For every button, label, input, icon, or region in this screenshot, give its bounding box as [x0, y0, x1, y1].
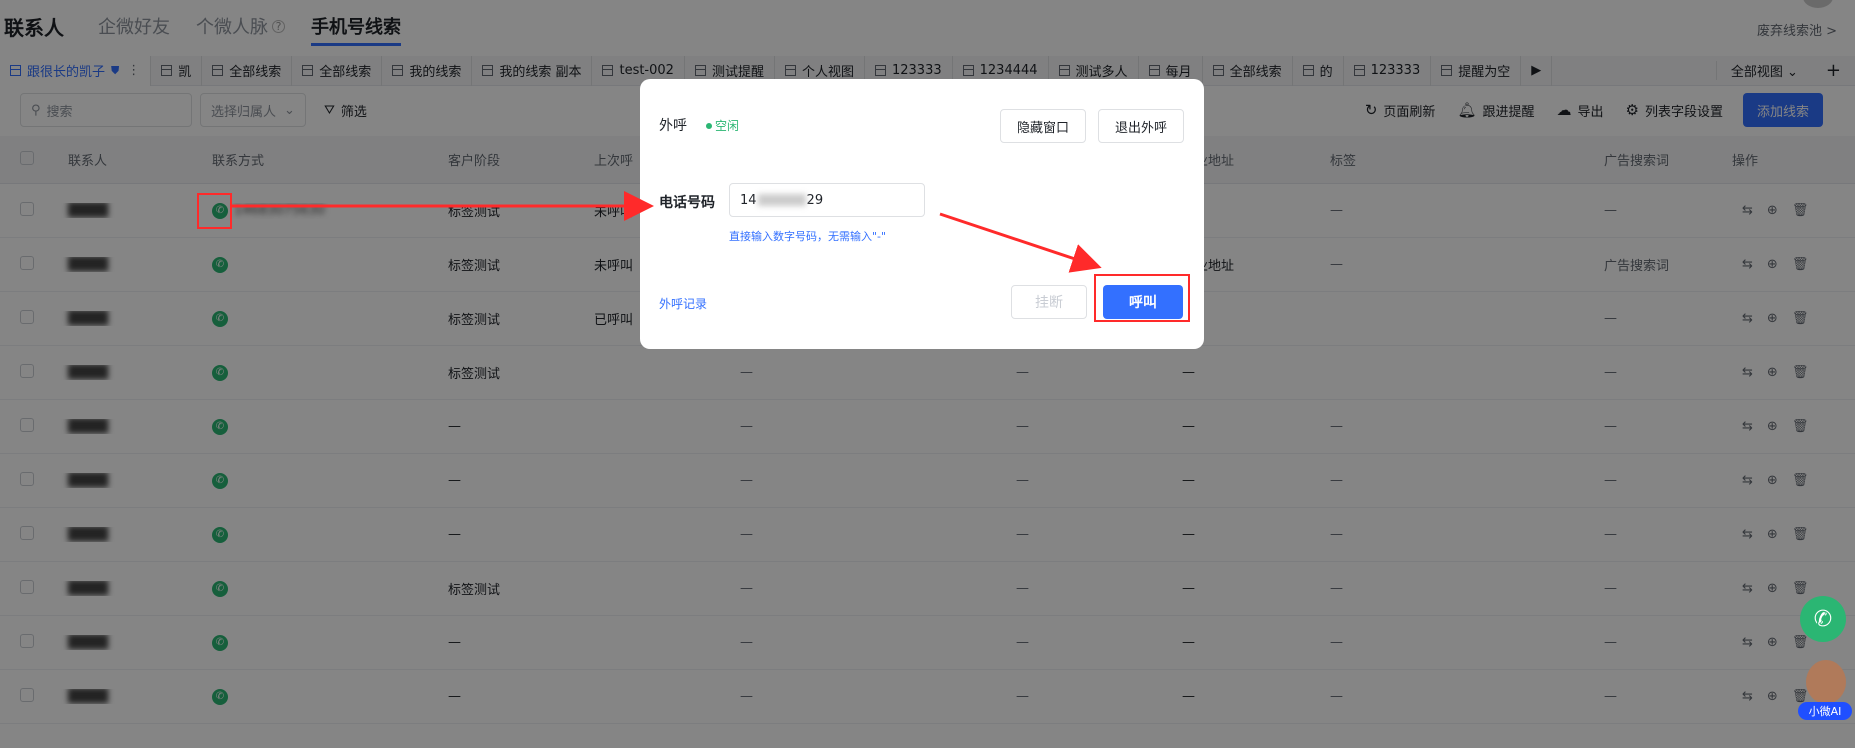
floating-phone-button[interactable]: ✆	[1800, 596, 1846, 642]
ai-avatar	[1806, 660, 1846, 704]
status-dot-icon	[706, 122, 712, 129]
input-hint: 直接输入数字号码，无需输入"-"	[729, 230, 887, 243]
hangup-button[interactable]: 挂断	[1011, 285, 1087, 319]
highlight-box	[197, 193, 232, 229]
ai-assistant-label: 小微AI	[1798, 702, 1852, 720]
phone-number-label: 电话号码	[659, 195, 715, 211]
exit-call-button[interactable]: 退出外呼	[1098, 109, 1184, 143]
highlight-box	[1094, 274, 1190, 322]
phone-icon: ✆	[1813, 606, 1833, 632]
call-records-link[interactable]: 外呼记录	[659, 295, 707, 312]
status-badge: 空闲	[706, 117, 739, 134]
masked-digits	[757, 194, 806, 206]
hide-window-button[interactable]: 隐藏窗口	[1000, 109, 1086, 143]
phone-number-input[interactable]: 14 29	[729, 183, 925, 217]
ai-assistant[interactable]: 小微AI	[1798, 660, 1852, 720]
dialog-title: 外呼	[659, 118, 687, 134]
